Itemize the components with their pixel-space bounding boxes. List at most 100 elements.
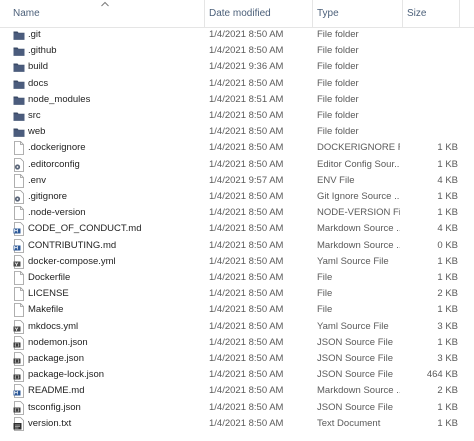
file-name: Makefile <box>28 304 64 316</box>
json-file-icon: {} <box>13 368 25 383</box>
column-header-size[interactable]: Size <box>403 0 460 27</box>
file-size <box>405 43 458 59</box>
file-date-modified: 1/4/2021 9:57 AM <box>209 174 284 186</box>
file-name: build <box>28 61 49 73</box>
file-icon <box>13 271 25 285</box>
file-size: 1 KB <box>437 272 458 283</box>
file-row[interactable]: .github 1/4/2021 8:50 AM File folder <box>0 43 474 59</box>
file-icon <box>13 287 25 302</box>
file-type: Markdown Source ... <box>317 223 400 235</box>
json-file-icon: {} <box>13 352 25 366</box>
file-type: File folder <box>317 93 359 105</box>
file-icon <box>13 141 25 156</box>
file-size: 2 KB <box>437 288 458 300</box>
sort-ascending-icon <box>101 1 109 7</box>
file-row[interactable]: web 1/4/2021 8:50 AM File folder <box>0 124 474 140</box>
file-name: version.txt <box>28 417 72 429</box>
file-name: src <box>28 110 41 121</box>
file-row[interactable]: version.txt 1/4/2021 8:50 AM Text Document… <box>0 416 474 432</box>
svg-text:{}: {} <box>14 375 20 381</box>
file-row[interactable]: docs 1/4/2021 8:50 AM File folder <box>0 76 474 92</box>
file-row[interactable]: LICENSE 1/4/2021 8:50 AM File 2 KB <box>0 286 474 302</box>
file-size: 1 KB <box>437 207 458 219</box>
file-size: 1 KB <box>437 255 458 267</box>
json-file-icon: {} <box>13 335 25 350</box>
file-type: NODE-VERSION Fi... <box>317 207 400 219</box>
file-type: Markdown Source ... <box>317 239 400 251</box>
file-row[interactable]: docker-compose.yml 1/4/2021 8:50 AM Yaml S… <box>0 254 474 270</box>
file-row[interactable]: .editorconfig 1/4/2021 8:50 AM Editor Conf… <box>0 157 474 173</box>
folder-icon <box>13 93 25 107</box>
file-name: .editorconfig <box>28 158 80 170</box>
file-row[interactable]: Dockerfile 1/4/2021 8:50 AM File 1 KB <box>0 270 474 286</box>
column-header-date-modified[interactable]: Date modified <box>205 0 313 27</box>
file-size <box>405 27 458 43</box>
column-header-name-label: Name <box>13 8 40 19</box>
file-size: 0 KB <box>437 239 458 251</box>
file-icon <box>13 303 25 318</box>
file-size: 1 KB <box>437 417 458 429</box>
file-icon <box>13 206 25 221</box>
file-name: nodemon.json <box>28 336 88 348</box>
file-name: mkdocs.yml <box>28 320 79 332</box>
column-header-size-label: Size <box>407 8 427 19</box>
file-type: JSON Source File <box>317 353 394 364</box>
file-row[interactable]: {} package.json 1/4/2021 8:50 AM JSON Sourc… <box>0 351 474 367</box>
folder-icon <box>13 77 25 91</box>
file-type: Git Ignore Source ... <box>317 191 400 202</box>
svg-text:{}: {} <box>14 359 20 365</box>
file-name: package.json <box>28 353 84 364</box>
file-row[interactable]: {} package-lock.json 1/4/2021 8:50 AM JSON … <box>0 367 474 383</box>
file-row[interactable]: mkdocs.yml 1/4/2021 8:50 AM Yaml Source Fi… <box>0 319 474 335</box>
file-type: Markdown Source ... <box>317 385 400 397</box>
file-row[interactable]: Makefile 1/4/2021 8:50 AM File 1 KB <box>0 302 474 318</box>
file-type: Yaml Source File <box>317 320 389 332</box>
column-header-type[interactable]: Type <box>313 0 403 27</box>
file-name: README.md <box>28 385 85 397</box>
column-header-date-label: Date modified <box>209 8 271 19</box>
file-type: File folder <box>317 110 359 121</box>
file-date-modified: 1/4/2021 8:50 AM <box>209 45 284 57</box>
yaml-file-icon <box>13 254 25 269</box>
file-row[interactable]: {} tsconfig.json 1/4/2021 8:50 AM JSON Sour… <box>0 400 474 416</box>
file-type: File folder <box>317 29 359 40</box>
svg-text:{}: {} <box>14 407 20 413</box>
file-row[interactable]: CONTRIBUTING.md 1/4/2021 8:50 AM Markdown … <box>0 238 474 254</box>
markdown-file-icon <box>13 238 25 253</box>
file-row[interactable]: CODE_OF_CONDUCT.md 1/4/2021 8:50 AM Markdo… <box>0 221 474 237</box>
file-icon <box>13 173 25 188</box>
file-row[interactable]: .node-version 1/4/2021 8:50 AM NODE-VERSIO… <box>0 205 474 221</box>
file-type: File <box>317 272 333 283</box>
file-size: 1 KB <box>437 142 458 154</box>
file-row[interactable]: {} nodemon.json 1/4/2021 8:50 AM JSON Sourc… <box>0 335 474 351</box>
file-type: Text Document <box>317 417 381 429</box>
file-date-modified: 1/4/2021 8:50 AM <box>209 288 284 300</box>
file-date-modified: 1/4/2021 8:50 AM <box>209 336 284 348</box>
folder-icon <box>13 109 25 123</box>
folder-icon <box>13 44 25 58</box>
file-row[interactable]: .git 1/4/2021 8:50 AM File folder <box>0 27 474 43</box>
file-row[interactable]: README.md 1/4/2021 8:50 AM Markdown Source… <box>0 383 474 399</box>
file-date-modified: 1/4/2021 8:50 AM <box>209 255 284 267</box>
settings-file-icon <box>13 190 25 204</box>
file-row[interactable]: node_modules 1/4/2021 8:51 AM File folder <box>0 92 474 108</box>
file-type: File folder <box>317 61 359 73</box>
file-date-modified: 1/4/2021 8:50 AM <box>209 29 284 40</box>
file-row[interactable]: .env 1/4/2021 9:57 AM ENV File 4 KB <box>0 173 474 189</box>
file-row[interactable]: .dockerignore 1/4/2021 8:50 AM DOCKERIGNOR… <box>0 140 474 156</box>
json-file-icon: {} <box>13 400 25 415</box>
file-name: .dockerignore <box>28 142 86 154</box>
file-type: File folder <box>317 126 359 138</box>
file-name: web <box>28 126 46 138</box>
file-type: JSON Source File <box>317 369 394 381</box>
file-size: 4 KB <box>437 174 458 186</box>
file-date-modified: 1/4/2021 8:50 AM <box>209 304 284 316</box>
file-row[interactable]: build 1/4/2021 9:36 AM File folder <box>0 59 474 75</box>
file-size: 1 KB <box>437 304 458 316</box>
file-name: .git <box>28 29 41 40</box>
file-size: 1 KB <box>437 158 458 170</box>
file-size: 1 KB <box>437 336 458 348</box>
file-row[interactable]: .gitignore 1/4/2021 8:50 AM Git Ignore Sou… <box>0 189 474 205</box>
file-name: Dockerfile <box>28 272 71 283</box>
file-row[interactable]: src 1/4/2021 8:50 AM File folder <box>0 108 474 124</box>
